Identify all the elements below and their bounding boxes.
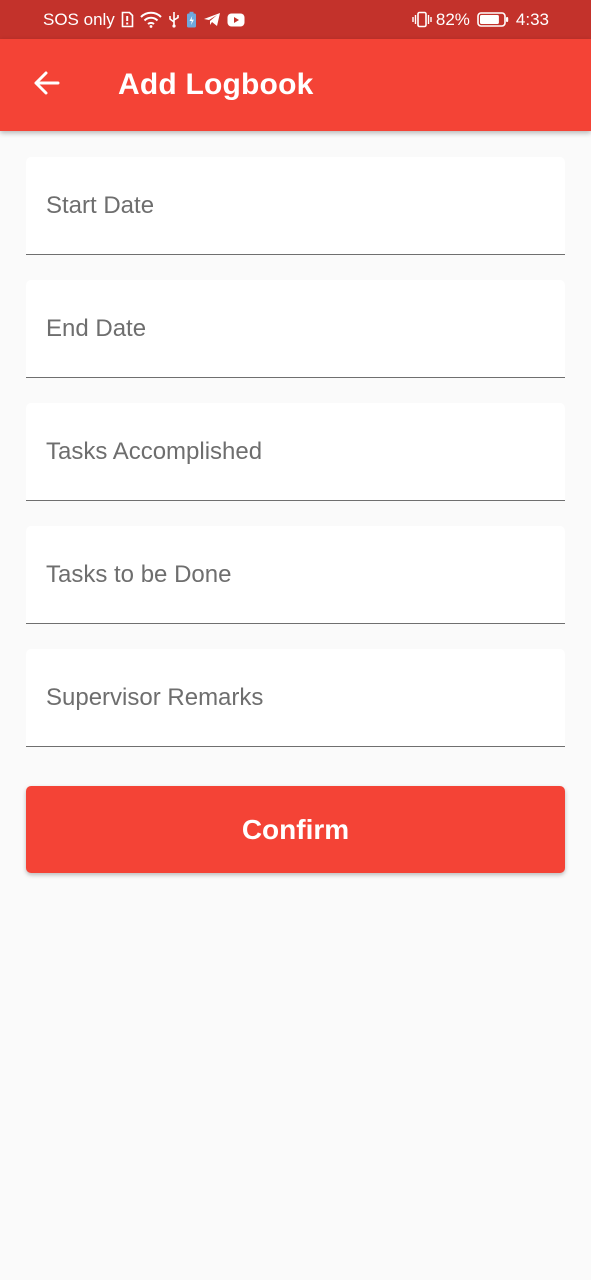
tasks-accomplished-field[interactable] [26, 403, 565, 501]
tasks-accomplished-input[interactable] [26, 403, 565, 500]
status-bar-left: SOS only [43, 0, 245, 39]
confirm-button[interactable]: Confirm [26, 786, 565, 873]
telegram-icon [203, 11, 221, 28]
youtube-icon [227, 13, 245, 27]
usb-icon [168, 11, 180, 28]
start-date-input[interactable] [26, 157, 565, 254]
vibrate-icon [412, 11, 432, 28]
supervisor-remarks-field[interactable] [26, 649, 565, 747]
sim-icon [121, 11, 134, 28]
clock-time: 4:33 [515, 9, 549, 29]
battery-percent: 82% [435, 9, 470, 29]
end-date-input[interactable] [26, 280, 565, 377]
back-button[interactable] [26, 65, 66, 105]
status-bar: SOS only 82% 4:33 [0, 0, 591, 39]
page-title: Add Logbook [118, 68, 314, 101]
end-date-field[interactable] [26, 280, 565, 378]
battery-saver-icon [186, 11, 197, 28]
carrier-text: SOS only [43, 9, 115, 29]
status-bar-right: 82% 4:33 [412, 0, 549, 39]
start-date-field[interactable] [26, 157, 565, 255]
arrow-back-icon [31, 68, 61, 103]
wifi-icon [140, 11, 162, 28]
battery-icon [477, 11, 509, 28]
app-bar: Add Logbook [0, 39, 591, 131]
logbook-form [26, 157, 565, 772]
tasks-to-be-done-field[interactable] [26, 526, 565, 624]
supervisor-remarks-input[interactable] [26, 649, 565, 746]
tasks-to-be-done-input[interactable] [26, 526, 565, 623]
